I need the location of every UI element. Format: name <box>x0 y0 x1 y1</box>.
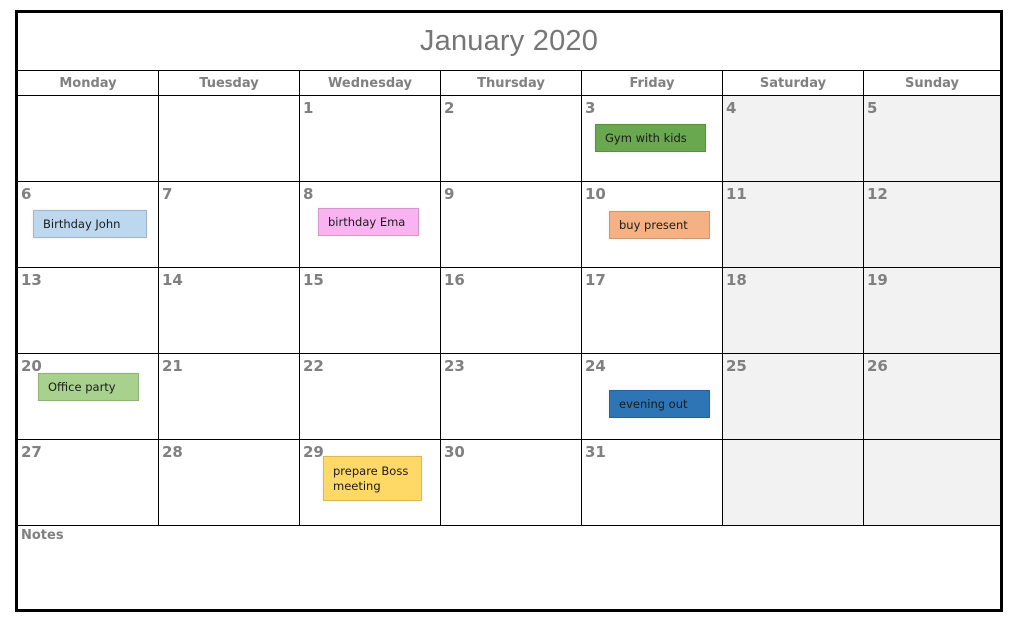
day-number: 3 <box>585 99 596 117</box>
event-prepare-boss-meeting[interactable]: prepare Boss meeting <box>323 456 422 501</box>
calendar: January 2020 Monday Tuesday Wednesday Th… <box>15 10 1003 612</box>
day-number: 25 <box>726 357 747 375</box>
day-cell-23[interactable]: 23 <box>441 354 582 439</box>
event-label: Office party <box>48 379 116 394</box>
day-cell-26[interactable]: 26 <box>864 354 1000 439</box>
day-number: 2 <box>444 99 455 117</box>
day-number: 23 <box>444 357 465 375</box>
day-cell-9[interactable]: 9 <box>441 182 582 267</box>
day-number: 21 <box>162 357 183 375</box>
day-cell-7[interactable]: 7 <box>159 182 300 267</box>
day-number: 12 <box>867 185 888 203</box>
weekday-tuesday: Tuesday <box>159 71 300 95</box>
day-number: 18 <box>726 271 747 289</box>
event-label: buy present <box>619 217 688 232</box>
event-label: Birthday John <box>43 216 121 231</box>
day-cell-21[interactable]: 21 <box>159 354 300 439</box>
day-cell-14[interactable]: 14 <box>159 268 300 353</box>
day-number: 6 <box>21 185 32 203</box>
weekday-saturday: Saturday <box>723 71 864 95</box>
day-number: 16 <box>444 271 465 289</box>
event-office-party[interactable]: Office party <box>38 373 139 401</box>
event-gym-with-kids[interactable]: Gym with kids <box>595 124 706 152</box>
day-cell-31[interactable]: 31 <box>582 440 723 525</box>
day-number: 10 <box>585 185 606 203</box>
week-row: 13 14 15 16 17 18 19 <box>18 268 1000 354</box>
day-cell-13[interactable]: 13 <box>18 268 159 353</box>
day-number: 31 <box>585 443 606 461</box>
week-row: 20 Office party 21 22 23 24 evening out 25 26 <box>18 354 1000 440</box>
notes-area[interactable]: Notes <box>18 526 1000 609</box>
title-row: January 2020 <box>18 13 1000 71</box>
event-label: birthday Ema <box>328 214 406 229</box>
day-cell-18[interactable]: 18 <box>723 268 864 353</box>
day-number: 11 <box>726 185 747 203</box>
day-number: 17 <box>585 271 606 289</box>
day-cell-5[interactable]: 5 <box>864 96 1000 181</box>
day-number: 8 <box>303 185 314 203</box>
day-cell-1[interactable]: 1 <box>300 96 441 181</box>
day-number: 19 <box>867 271 888 289</box>
day-number: 29 <box>303 443 324 461</box>
weekday-sunday: Sunday <box>904 75 960 91</box>
day-cell-17[interactable]: 17 <box>582 268 723 353</box>
day-cell-8[interactable]: 8 birthday Ema <box>300 182 441 267</box>
day-cell-empty[interactable] <box>18 96 159 181</box>
day-number: 26 <box>867 357 888 375</box>
day-cell-29[interactable]: 29 prepare Boss meeting <box>300 440 441 525</box>
weekday-wednesday: Wednesday <box>300 71 441 95</box>
day-cell-28[interactable]: 28 <box>159 440 300 525</box>
day-cell-19[interactable]: 19 <box>864 268 1000 353</box>
day-number: 7 <box>162 185 173 203</box>
event-label: Gym with kids <box>605 130 687 145</box>
day-cell-24[interactable]: 24 evening out <box>582 354 723 439</box>
day-cell-2[interactable]: 2 <box>441 96 582 181</box>
weekday-monday: Monday <box>18 71 159 95</box>
event-birthday-ema[interactable]: birthday Ema <box>318 208 419 236</box>
day-number: 24 <box>585 357 606 375</box>
day-cell-empty[interactable] <box>723 440 864 525</box>
event-buy-present[interactable]: buy present <box>609 211 710 239</box>
calendar-grid: 1 2 3 Gym with kids 4 5 6 Birthday John 7 8 birthd… <box>18 96 1000 526</box>
day-cell-12[interactable]: 12 <box>864 182 1000 267</box>
day-cell-27[interactable]: 27 <box>18 440 159 525</box>
day-cell-6[interactable]: 6 Birthday John <box>18 182 159 267</box>
day-number: 15 <box>303 271 324 289</box>
day-cell-30[interactable]: 30 <box>441 440 582 525</box>
event-birthday-john[interactable]: Birthday John <box>33 210 147 238</box>
day-number: 9 <box>444 185 455 203</box>
day-number: 13 <box>21 271 42 289</box>
day-number: 22 <box>303 357 324 375</box>
day-cell-10[interactable]: 10 buy present <box>582 182 723 267</box>
notes-label: Notes <box>21 528 64 543</box>
weekday-header-row: Monday Tuesday Wednesday Thursday Friday… <box>18 71 1000 96</box>
day-cell-15[interactable]: 15 <box>300 268 441 353</box>
week-row: 27 28 29 prepare Boss meeting 30 31 <box>18 440 1000 526</box>
day-number: 30 <box>444 443 465 461</box>
day-cell-25[interactable]: 25 <box>723 354 864 439</box>
day-cell-4[interactable]: 4 <box>723 96 864 181</box>
weekday-friday: Friday <box>582 71 723 95</box>
day-cell-3[interactable]: 3 Gym with kids <box>582 96 723 181</box>
calendar-title: January 2020 <box>419 25 599 57</box>
day-cell-11[interactable]: 11 <box>723 182 864 267</box>
day-cell-empty[interactable] <box>864 440 1000 525</box>
day-number: 14 <box>162 271 183 289</box>
week-row: 1 2 3 Gym with kids 4 5 <box>18 96 1000 182</box>
day-cell-16[interactable]: 16 <box>441 268 582 353</box>
day-cell-22[interactable]: 22 <box>300 354 441 439</box>
event-evening-out[interactable]: evening out <box>609 390 710 418</box>
day-cell-empty[interactable] <box>159 96 300 181</box>
day-number: 28 <box>162 443 183 461</box>
day-number: 5 <box>867 99 878 117</box>
day-number: 1 <box>303 99 314 117</box>
day-number: 27 <box>21 443 42 461</box>
day-number: 4 <box>726 99 737 117</box>
day-cell-20[interactable]: 20 Office party <box>18 354 159 439</box>
event-label: prepare Boss meeting <box>333 463 409 493</box>
event-label: evening out <box>619 396 688 411</box>
weekday-thursday: Thursday <box>441 71 582 95</box>
week-row: 6 Birthday John 7 8 birthday Ema 9 10 buy prese… <box>18 182 1000 268</box>
